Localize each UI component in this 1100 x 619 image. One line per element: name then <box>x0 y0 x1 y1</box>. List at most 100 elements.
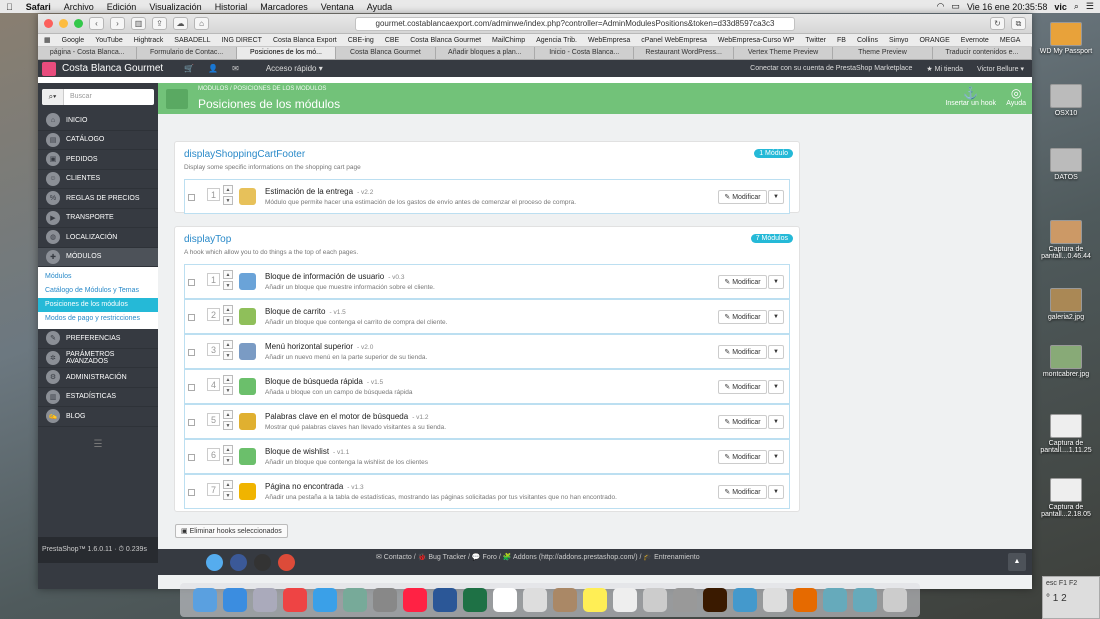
mail-icon[interactable]: ✉ <box>232 64 239 73</box>
bookmark[interactable]: Hightrack <box>134 37 164 44</box>
search-icon[interactable]: ⌕ <box>1074 1 1079 12</box>
menu-marcadores[interactable]: Marcadores <box>260 2 308 12</box>
notes-icon[interactable] <box>583 588 607 612</box>
bookmark[interactable]: ING DIRECT <box>221 37 261 44</box>
caret-down-icon[interactable]: ▼ <box>768 485 784 499</box>
github-icon[interactable] <box>254 554 271 571</box>
caret-down-icon[interactable]: ▼ <box>768 415 784 429</box>
menu-safari[interactable]: Safari <box>26 2 51 12</box>
desktop-item[interactable]: galeria2.jpg <box>1037 288 1095 321</box>
insert-hook-button[interactable]: ⚓ Insertar un hook <box>945 86 996 107</box>
move-down-icon[interactable]: ▼ <box>223 281 233 290</box>
scanner-icon[interactable] <box>373 588 397 612</box>
browser-tab[interactable]: página - Costa Blanca... <box>38 47 138 59</box>
bookmark[interactable]: Costa Blanca Export <box>273 37 337 44</box>
zoom-window-button[interactable] <box>74 19 83 28</box>
modify-button[interactable]: ✎ Modificar <box>718 275 767 289</box>
browser-tab[interactable]: Theme Preview <box>833 47 933 59</box>
bookmark[interactable]: Google <box>62 37 85 44</box>
forward-button[interactable]: › <box>110 17 125 30</box>
calendar-icon[interactable] <box>493 588 517 612</box>
address-bar[interactable]: gourmet.costablancaexport.com/adminwe/in… <box>355 16 795 31</box>
bookmark[interactable]: YouTube <box>95 37 123 44</box>
system-preferences-icon[interactable] <box>673 588 697 612</box>
caret-down-icon[interactable]: ▼ <box>768 310 784 324</box>
modify-button[interactable]: ✎ Modificar <box>718 380 767 394</box>
contacts-icon[interactable] <box>553 588 577 612</box>
submenu-item-posiciones[interactable]: Posiciones de los módulos <box>38 298 158 312</box>
desktop-item[interactable]: OSX10 <box>1037 84 1095 117</box>
sidebar-item-estadisticas[interactable]: ▥ Estadísticas <box>38 388 158 407</box>
word-icon[interactable] <box>433 588 457 612</box>
shop-name[interactable]: Costa Blanca Gourmet <box>62 63 163 74</box>
select-checkbox[interactable] <box>188 194 195 201</box>
cloud-icon[interactable]: ☁ <box>173 17 188 30</box>
bookmark[interactable]: Agencia Trib. <box>536 37 577 44</box>
browser-tab[interactable]: Vertex Theme Preview <box>734 47 834 59</box>
bookmark[interactable]: Twitter <box>805 37 826 44</box>
sidebar-item-preferencias[interactable]: ✎ Preferencias <box>38 329 158 349</box>
move-up-icon[interactable]: ▲ <box>223 375 233 384</box>
browser-tab[interactable]: Inicio - Costa Blanca... <box>535 47 635 59</box>
modify-button[interactable]: ✎ Modificar <box>718 310 767 324</box>
twitter-icon[interactable] <box>206 554 223 571</box>
modify-button[interactable]: ✎ Modificar <box>718 190 767 204</box>
sidebar-item-reglas[interactable]: % Reglas de precios <box>38 189 158 209</box>
bookmark[interactable]: cPanel WebEmpresa <box>641 37 707 44</box>
grid-icon[interactable]: ▦ <box>44 36 51 44</box>
my-shop-link[interactable]: ★ Mi tienda <box>926 65 963 73</box>
facebook-icon[interactable] <box>230 554 247 571</box>
delete-selected-hooks-button[interactable]: ▣ Eliminar hooks seleccionados <box>175 524 288 538</box>
bookmark[interactable]: WebEmpresa-Curso WP <box>718 37 795 44</box>
apple-icon[interactable]:  <box>6 2 13 12</box>
sidebar-item-catalogo[interactable]: ▤ Catálogo <box>38 131 158 150</box>
home-icon[interactable]: ⌂ <box>194 17 209 30</box>
move-up-icon[interactable]: ▲ <box>223 480 233 489</box>
collapse-menu-icon[interactable]: ☰ <box>38 439 158 450</box>
photos-icon[interactable] <box>643 588 667 612</box>
bookmark[interactable]: Collins <box>857 37 878 44</box>
bookmark[interactable]: SABADELL <box>174 37 210 44</box>
user-icon[interactable]: 👤 <box>208 64 218 73</box>
sidebar-item-localizacion[interactable]: ◍ Localización <box>38 228 158 248</box>
battery-icon[interactable]: ▭ <box>951 1 960 12</box>
select-checkbox[interactable] <box>188 489 195 496</box>
bookmark[interactable]: Costa Blanca Gourmet <box>410 37 481 44</box>
caret-down-icon[interactable]: ▼ <box>768 380 784 394</box>
bookmark[interactable]: Evernote <box>961 37 989 44</box>
menu-ayuda[interactable]: Ayuda <box>367 2 392 12</box>
scroll-top-button[interactable]: ▲ <box>1008 553 1026 571</box>
move-down-icon[interactable]: ▼ <box>223 316 233 325</box>
menu-edicion[interactable]: Edición <box>107 2 137 12</box>
chrome-icon[interactable] <box>283 588 307 612</box>
move-up-icon[interactable]: ▲ <box>223 340 233 349</box>
launchpad-icon[interactable] <box>253 588 277 612</box>
caret-down-icon[interactable]: ▼ <box>768 345 784 359</box>
select-checkbox[interactable] <box>188 314 195 321</box>
desktop-item[interactable]: DATOS <box>1037 148 1095 181</box>
caret-down-icon[interactable]: ▼ <box>768 190 784 204</box>
minimize-window-button[interactable] <box>59 19 68 28</box>
breadcrumb[interactable]: MÓDULOS / POSICIONES DE LOS MÓDULOS <box>198 86 326 92</box>
cart-icon[interactable]: 🛒 <box>184 64 194 73</box>
textedit-icon[interactable] <box>613 588 637 612</box>
desktop-item[interactable]: Captura de pantall....1.11.25 <box>1037 414 1095 454</box>
reload-icon[interactable]: ↻ <box>990 17 1005 30</box>
modify-button[interactable]: ✎ Modificar <box>718 450 767 464</box>
bookmark[interactable]: ORANGE <box>919 37 949 44</box>
new-tab-button[interactable]: ⧉ <box>1011 17 1026 30</box>
firefox-icon[interactable] <box>793 588 817 612</box>
sidebar-item-modulos[interactable]: ✚ Módulos <box>38 247 158 267</box>
browser-tab[interactable]: Formulario de Contac... <box>137 47 237 59</box>
browser-tab[interactable]: Añadir bloques a plan... <box>436 47 536 59</box>
close-window-button[interactable] <box>44 19 53 28</box>
sidebar-item-administracion[interactable]: ⚙ Administración <box>38 368 158 388</box>
move-down-icon[interactable]: ▼ <box>223 491 233 500</box>
move-up-icon[interactable]: ▲ <box>223 305 233 314</box>
select-checkbox[interactable] <box>188 384 195 391</box>
list-icon[interactable]: ☰ <box>1086 1 1094 12</box>
finder-icon[interactable] <box>193 588 217 612</box>
bookmark[interactable]: WebEmpresa <box>588 37 630 44</box>
select-checkbox[interactable] <box>188 349 195 356</box>
bookmark[interactable]: MEGA <box>1000 37 1021 44</box>
